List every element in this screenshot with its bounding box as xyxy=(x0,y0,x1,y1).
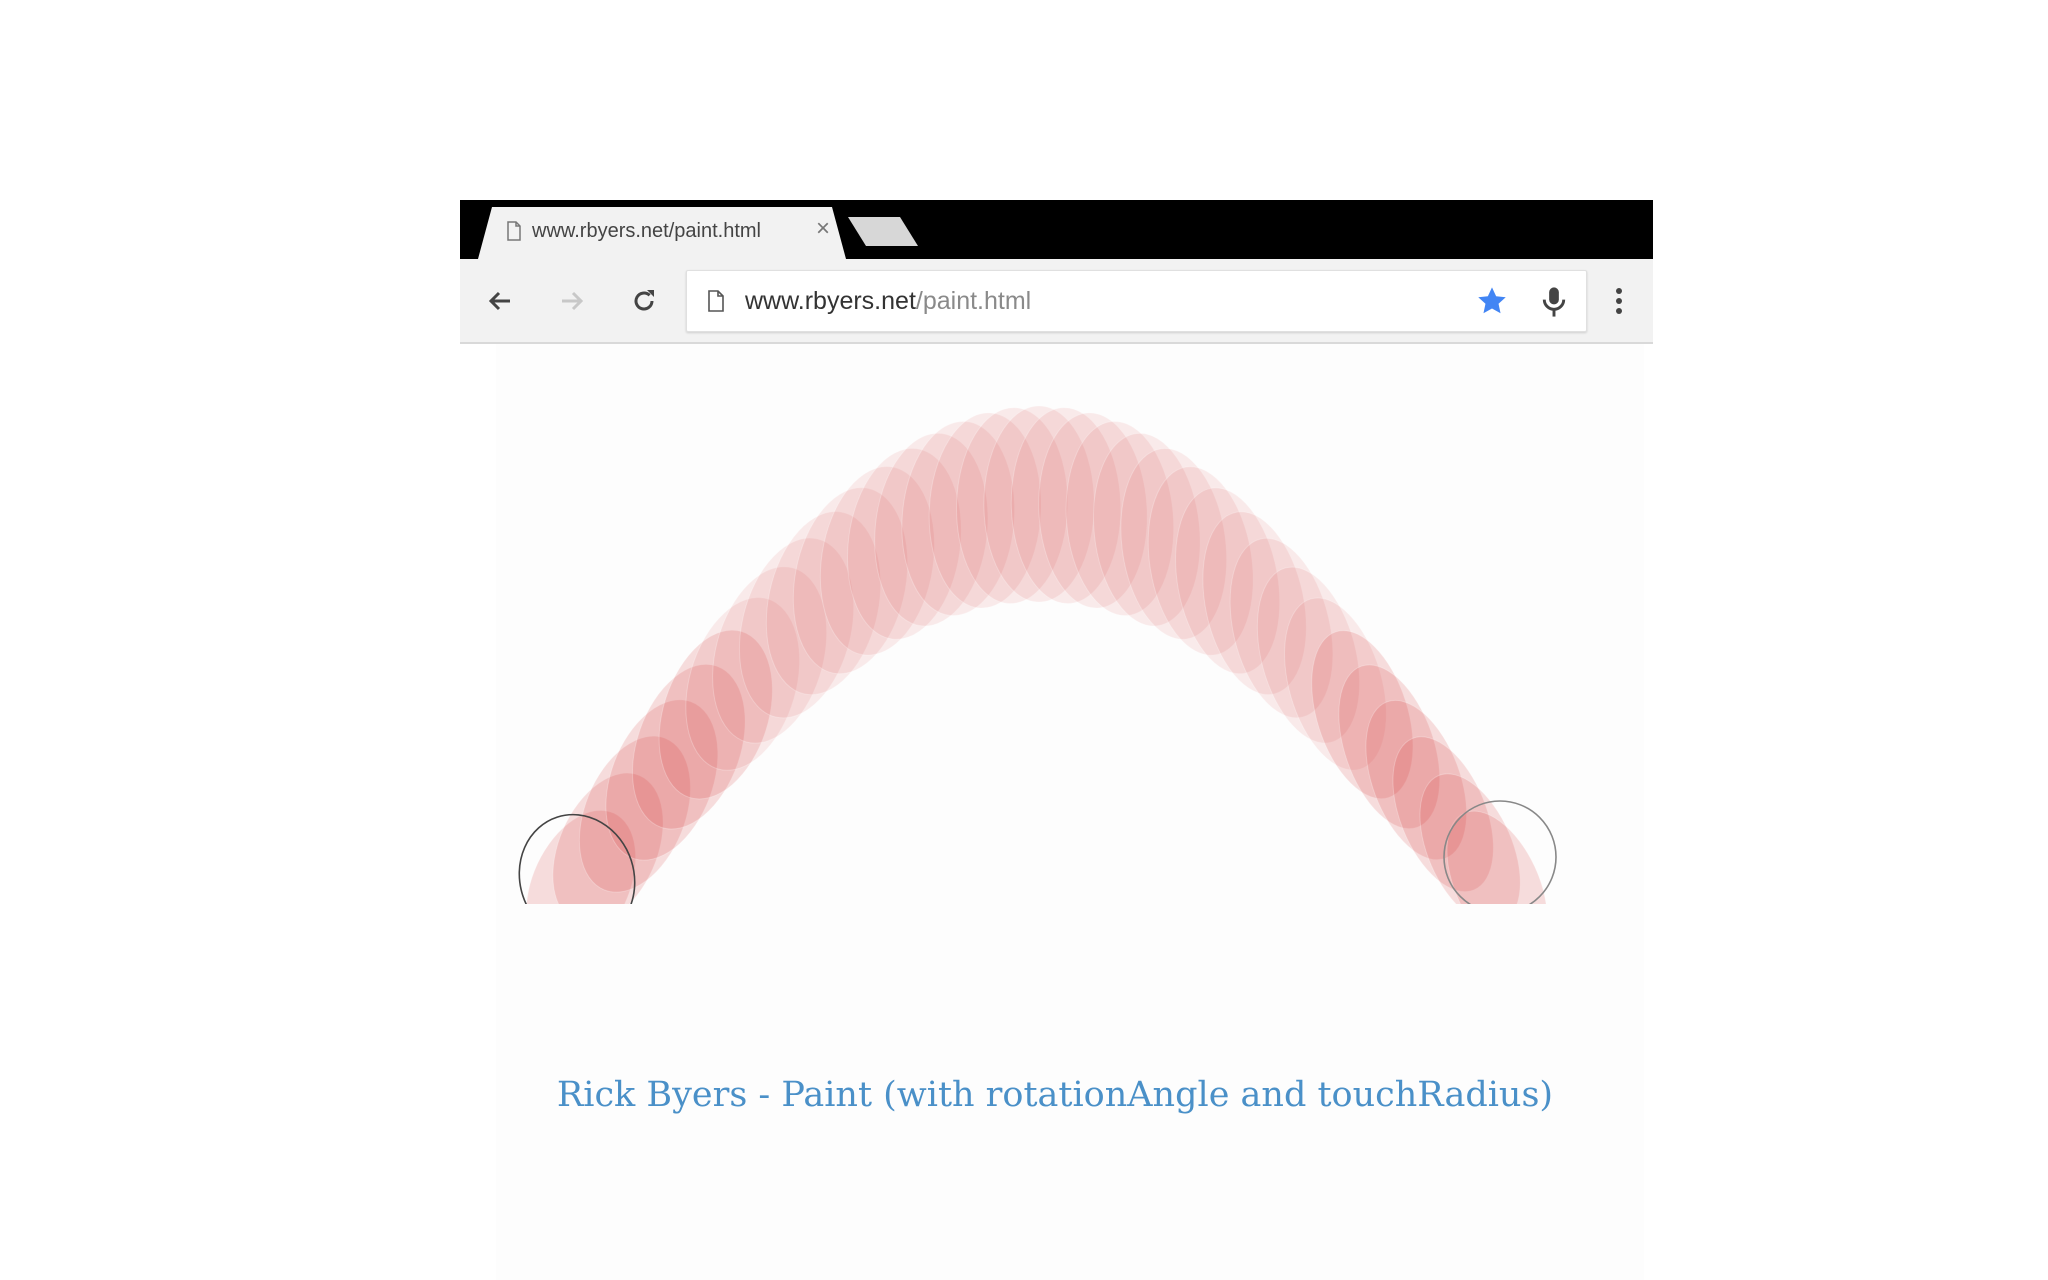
star-icon[interactable] xyxy=(1475,285,1509,317)
url-path: /paint.html xyxy=(915,287,1032,315)
url-host: www.rbyers.net xyxy=(745,287,916,315)
back-arrow-icon[interactable] xyxy=(484,285,516,317)
close-icon[interactable]: × xyxy=(813,217,833,241)
mic-icon[interactable] xyxy=(1539,285,1569,319)
tab-title: www.rbyers.net/paint.html xyxy=(532,220,761,242)
toolbar: www.rbyers.net/paint.html xyxy=(460,259,1653,344)
omnibox[interactable]: www.rbyers.net/paint.html xyxy=(686,270,1587,332)
tab-paint[interactable]: www.rbyers.net/paint.html × xyxy=(478,207,846,259)
paint-canvas[interactable] xyxy=(496,344,1644,1280)
caption: Rick Byers - Paint (with rotationAngle a… xyxy=(556,1075,1554,1115)
browser-window: www.rbyers.net/paint.html × www.rbyers.n… xyxy=(460,200,1653,344)
page-icon xyxy=(708,290,724,312)
new-tab-icon[interactable] xyxy=(848,217,918,246)
paint-strokes xyxy=(518,405,1557,959)
more-vert-icon[interactable] xyxy=(1613,285,1625,317)
url-text[interactable]: www.rbyers.net/paint.html xyxy=(745,287,1031,316)
forward-arrow-icon[interactable] xyxy=(556,285,588,317)
screenshot-stage: www.rbyers.net/paint.html × www.rbyers.n… xyxy=(0,0,2048,1280)
reload-icon[interactable] xyxy=(628,285,660,317)
page-icon xyxy=(507,221,521,241)
tab-strip: www.rbyers.net/paint.html × xyxy=(460,200,1653,259)
